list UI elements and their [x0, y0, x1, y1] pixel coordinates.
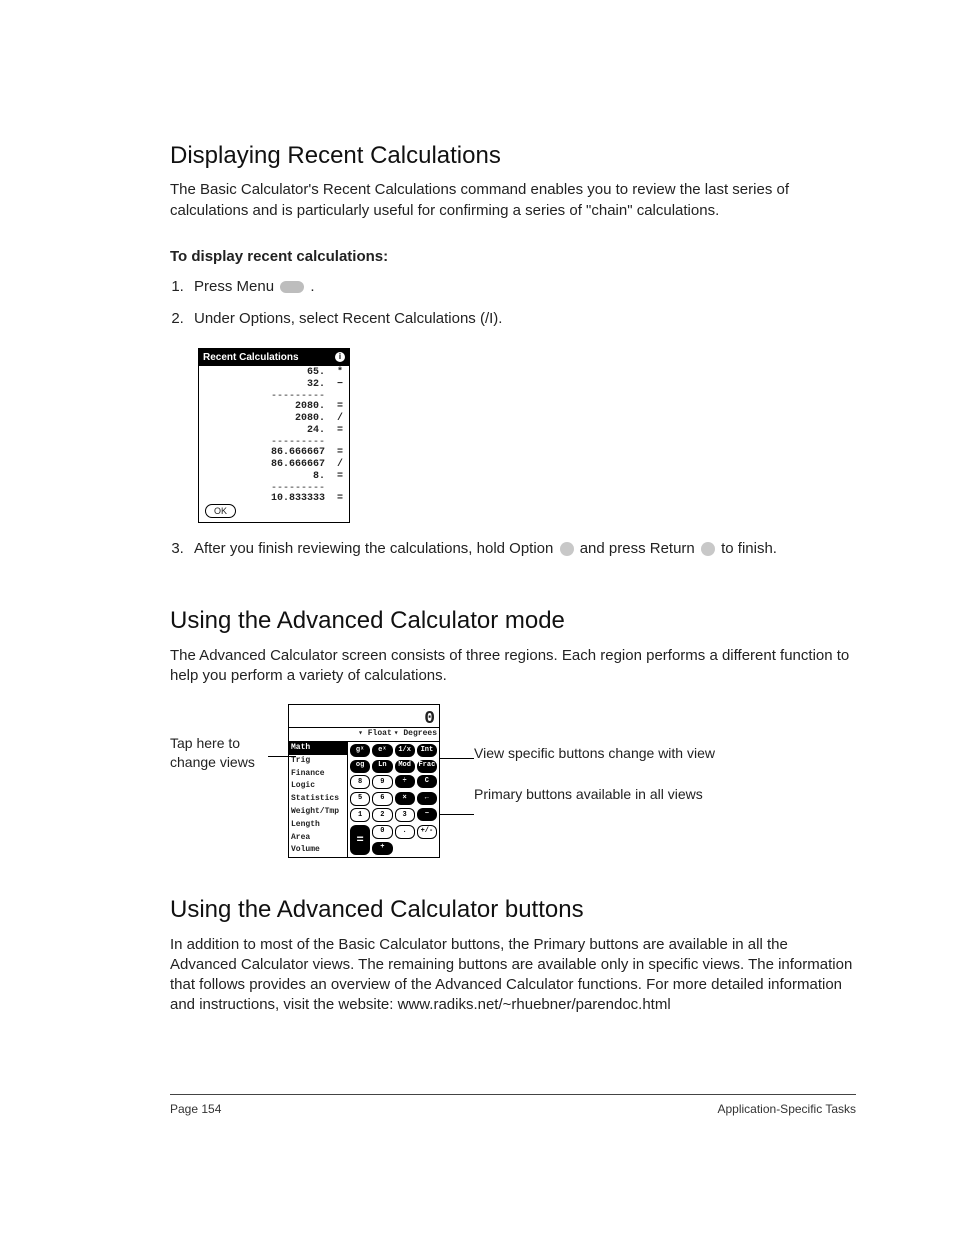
steps-lead: To display recent calculations: [170, 247, 856, 267]
degrees-dropdown[interactable]: ▾ Degrees [394, 729, 437, 740]
menu-icon [280, 281, 304, 293]
calc-button[interactable]: Frac [417, 760, 437, 773]
calc-button[interactable]: gˣ [350, 744, 370, 757]
calc-button[interactable]: 0 [372, 825, 392, 839]
calc-display: 0 [289, 705, 439, 727]
calc-button[interactable]: og [350, 760, 370, 773]
menu-item[interactable]: Finance [289, 768, 347, 781]
calc-button[interactable]: 3 [395, 808, 415, 822]
calculator-mock: 0 ▾ Float ▾ Degrees MathTrigFinanceLogic… [288, 704, 440, 858]
calc-button[interactable]: eˣ [372, 744, 392, 757]
menu-item[interactable]: Length [289, 819, 347, 832]
calc-row: 65.* [205, 366, 343, 378]
view-menu[interactable]: MathTrigFinanceLogicStatisticsWeight/Tmp… [289, 742, 348, 857]
calc-row: 24.= [205, 424, 343, 436]
right-annotation-1: View specific buttons change with view [474, 744, 715, 763]
page-number: Page 154 [170, 1101, 221, 1117]
left-annotation: Tap here to change views [170, 734, 288, 772]
calc-row: 32.− [205, 378, 343, 390]
menu-item[interactable]: Area [289, 832, 347, 845]
step-2: Under Options, select Recent Calculation… [188, 307, 856, 339]
menu-item[interactable]: Statistics [289, 793, 347, 806]
return-icon [701, 542, 715, 556]
separator: --------- [205, 482, 343, 492]
section-title: Application-Specific Tasks [717, 1101, 856, 1117]
calc-row: 86.666667/ [205, 458, 343, 470]
heading-advanced-mode: Using the Advanced Calculator mode [170, 605, 856, 637]
calc-button[interactable]: Int [417, 744, 437, 757]
info-icon: i [335, 352, 345, 362]
recent-calculations-figure: Recent Calculations i 65.*32.−---------2… [198, 348, 856, 524]
step-1-suffix: . [310, 278, 314, 295]
advanced-buttons-text: In addition to most of the Basic Calcula… [170, 935, 856, 1016]
heading-advanced-buttons: Using the Advanced Calculator buttons [170, 894, 856, 926]
calc-row: 2080./ [205, 412, 343, 424]
calc-button[interactable]: C [417, 775, 437, 788]
step-1-text: Press Menu [194, 278, 278, 295]
recent-title: Recent Calculations [203, 351, 299, 365]
calc-button[interactable]: − [417, 808, 437, 821]
calc-button[interactable]: Mod [395, 760, 415, 773]
step-3b: and press Return [580, 540, 699, 557]
separator: --------- [205, 390, 343, 400]
page-footer: Page 154 Application-Specific Tasks [170, 1094, 856, 1117]
calc-button[interactable]: ÷ [395, 775, 415, 788]
steps-list-cont: After you finish reviewing the calculati… [170, 537, 856, 569]
calc-button[interactable]: 6 [372, 792, 392, 806]
advanced-calc-figure: Tap here to change views 0 ▾ Float ▾ Deg… [170, 704, 856, 858]
right-annotation-2: Primary buttons available in all views [474, 785, 715, 804]
float-dropdown[interactable]: ▾ Float [358, 729, 392, 740]
calc-button[interactable]: ← [417, 792, 437, 805]
step-3a: After you finish reviewing the calculati… [194, 540, 558, 557]
calc-button[interactable]: 1 [350, 808, 370, 822]
calc-row: 8.= [205, 470, 343, 482]
step-3: After you finish reviewing the calculati… [188, 537, 856, 569]
calc-row: 2080.= [205, 400, 343, 412]
calc-button[interactable]: 1/x [395, 744, 415, 757]
calc-button[interactable]: +/- [417, 825, 437, 839]
calc-button[interactable]: × [395, 792, 415, 805]
calc-button[interactable]: Ln [372, 760, 392, 773]
calc-button[interactable]: 8 [350, 775, 370, 789]
ok-button[interactable]: OK [205, 504, 236, 518]
calc-button[interactable]: . [395, 825, 415, 839]
menu-item[interactable]: Logic [289, 780, 347, 793]
heading-recent-calculations: Displaying Recent Calculations [170, 140, 856, 172]
menu-item[interactable]: Trig [289, 755, 347, 768]
calc-button[interactable]: 2 [372, 808, 392, 822]
calc-button[interactable]: 9 [372, 775, 392, 789]
advanced-mode-text: The Advanced Calculator screen consists … [170, 646, 856, 687]
calc-button[interactable]: + [372, 842, 392, 855]
separator: --------- [205, 436, 343, 446]
button-grid: gˣeˣ1/xInt ogLnModFrac 89÷C 56×← 123− =0.+/- + [348, 742, 439, 857]
option-icon [560, 542, 574, 556]
calc-button[interactable]: 5 [350, 792, 370, 806]
steps-list: Press Menu . Under Options, select Recen… [170, 275, 856, 340]
menu-item[interactable]: Math [289, 742, 347, 755]
calc-row: 10.833333= [205, 492, 343, 504]
step-3c: to finish. [721, 540, 777, 557]
menu-item[interactable]: Weight/Tmp [289, 806, 347, 819]
calc-row: 86.666667= [205, 446, 343, 458]
step-1: Press Menu . [188, 275, 856, 307]
calc-button[interactable]: = [350, 825, 370, 855]
intro-text: The Basic Calculator's Recent Calculatio… [170, 180, 856, 221]
menu-item[interactable]: Volume [289, 844, 347, 857]
